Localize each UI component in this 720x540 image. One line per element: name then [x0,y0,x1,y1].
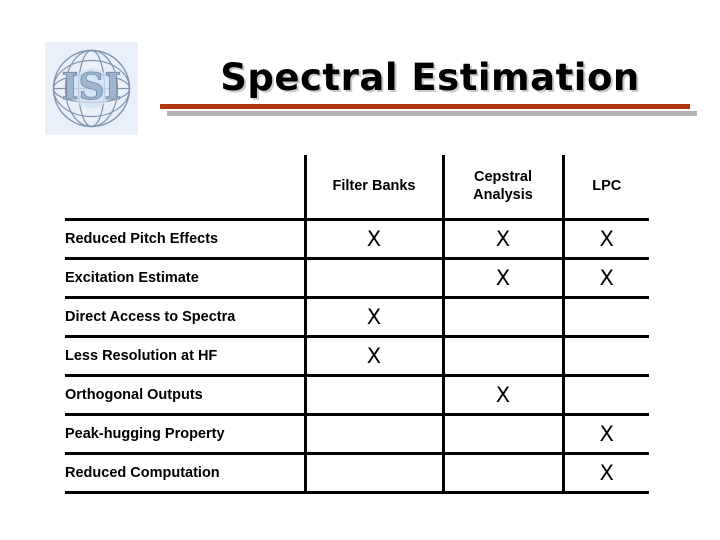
row-label-peak-hugging-property: Peak-hugging Property [65,414,305,455]
row-label-reduced-computation: Reduced Computation [65,453,305,494]
row-label-direct-access-to-spectra: Direct Access to Spectra [65,297,305,338]
column-header-lpc: LPC [561,155,649,221]
column-header-label: Filter Banks [332,177,416,194]
cell-orthogonal-outputs-filter-banks [303,375,443,416]
cell-excitation-estimate-filter-banks [303,258,443,299]
cell-less-resolution-at-hf-cepstral-analysis [441,336,563,377]
cell-peak-hugging-property-lpc: X [561,414,649,455]
column-header-line2: Analysis [473,186,533,203]
row-label-less-resolution-at-hf: Less Resolution at HF [65,336,305,377]
cell-reduced-computation-lpc: X [561,453,649,494]
slide-header: ISI Spectral Estimation [0,0,720,150]
spectral-estimation-comparison-table: Filter Banks Cepstral Analysis LPC Reduc… [65,155,649,494]
column-header-line1: Cepstral [473,169,533,186]
table-row: Reduced Computation X [65,453,649,494]
title-accent-rule [160,104,690,109]
table-row: Less Resolution at HF X [65,336,649,377]
cell-less-resolution-at-hf-filter-banks: X [303,336,443,377]
column-header-filter-banks: Filter Banks [303,155,443,221]
table-corner-header [65,155,305,221]
cell-reduced-computation-filter-banks [303,453,443,494]
cell-orthogonal-outputs-lpc [561,375,649,416]
row-label-excitation-estimate: Excitation Estimate [65,258,305,299]
table-row: Reduced Pitch Effects X X X [65,219,649,260]
cell-direct-access-to-spectra-lpc [561,297,649,338]
table-row: Direct Access to Spectra X [65,297,649,338]
cell-reduced-pitch-effects-cepstral-analysis: X [441,219,563,260]
row-label-reduced-pitch-effects: Reduced Pitch Effects [65,219,305,260]
column-header-cepstral-analysis: Cepstral Analysis [441,155,563,221]
cell-direct-access-to-spectra-filter-banks: X [303,297,443,338]
globe-icon: ISI [52,49,131,128]
column-header-label: LPC [592,177,622,194]
page-title: Spectral Estimation [220,56,640,99]
svg-text:ISI: ISI [62,66,122,108]
table-header-row: Filter Banks Cepstral Analysis LPC [65,155,649,221]
cell-reduced-pitch-effects-filter-banks: X [303,219,443,260]
cell-orthogonal-outputs-cepstral-analysis: X [441,375,563,416]
cell-excitation-estimate-cepstral-analysis: X [441,258,563,299]
cell-excitation-estimate-lpc: X [561,258,649,299]
title-accent-rule-shadow [167,111,697,116]
cell-direct-access-to-spectra-cepstral-analysis [441,297,563,338]
cell-peak-hugging-property-filter-banks [303,414,443,455]
table-row: Peak-hugging Property X [65,414,649,455]
cell-reduced-pitch-effects-lpc: X [561,219,649,260]
table-row: Orthogonal Outputs X [65,375,649,416]
row-label-orthogonal-outputs: Orthogonal Outputs [65,375,305,416]
cell-less-resolution-at-hf-lpc [561,336,649,377]
cell-peak-hugging-property-cepstral-analysis [441,414,563,455]
table-row: Excitation Estimate X X [65,258,649,299]
cell-reduced-computation-cepstral-analysis [441,453,563,494]
isi-globe-logo: ISI [45,42,138,135]
